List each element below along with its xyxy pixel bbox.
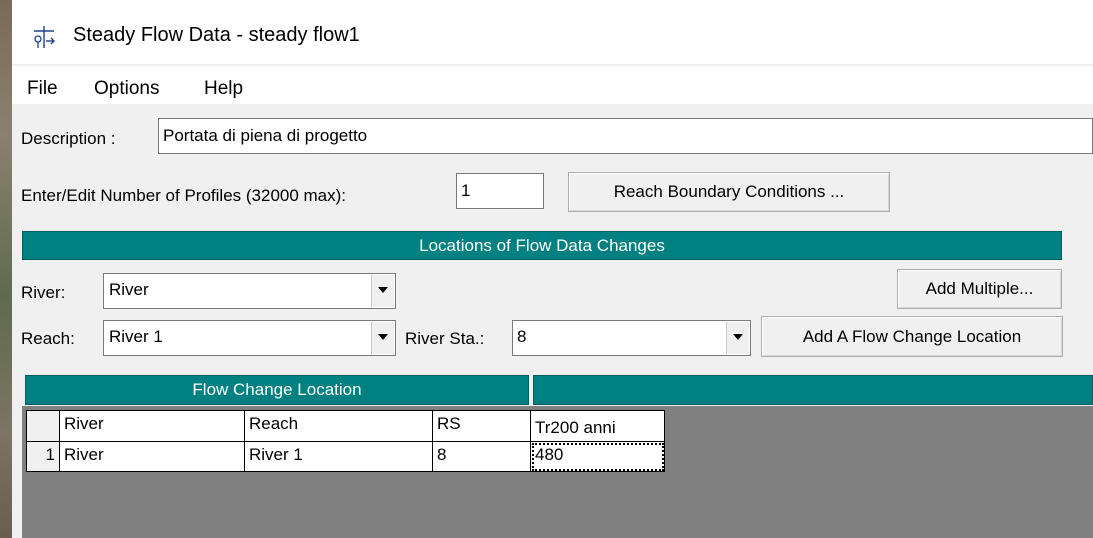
locations-banner: Locations of Flow Data Changes: [22, 231, 1062, 260]
description-input[interactable]: Portata di piena di progetto: [158, 118, 1093, 154]
reach-select-value: River 1: [109, 327, 163, 346]
table-cell-reach[interactable]: River 1: [245, 442, 433, 472]
river-select-value: River: [109, 280, 149, 299]
reach-label: Reach:: [21, 329, 75, 348]
river-station-label: River Sta.:: [405, 329, 485, 348]
table-cell-river[interactable]: River: [60, 442, 245, 472]
reach-boundary-conditions-button[interactable]: Reach Boundary Conditions ...: [568, 172, 890, 212]
add-multiple-button[interactable]: Add Multiple...: [897, 269, 1062, 309]
flow-data-icon: [30, 24, 58, 50]
add-flow-change-location-button[interactable]: Add A Flow Change Location: [761, 316, 1063, 357]
column-header-reach: Reach: [245, 410, 433, 442]
river-label: River:: [21, 283, 66, 302]
profiles-label: Enter/Edit Number of Profiles (32000 max…: [21, 186, 347, 205]
row-number: 1: [26, 442, 60, 472]
background-strip: [0, 0, 12, 538]
column-header-river: River: [60, 410, 245, 442]
river-station-dropdown-button[interactable]: [726, 322, 749, 354]
table-cell-flow-value[interactable]: 480: [531, 442, 665, 472]
menu-options[interactable]: Options: [94, 78, 159, 100]
profiles-count-input[interactable]: 1: [456, 173, 544, 209]
menu-bar: [12, 66, 1093, 104]
river-dropdown-button[interactable]: [371, 275, 394, 307]
column-header-rs: RS: [433, 410, 531, 442]
description-label: Description :: [21, 129, 116, 148]
river-station-select-value: 8: [517, 327, 527, 346]
flow-values-header: [533, 375, 1093, 405]
column-header-profile: Tr200 anni: [531, 410, 665, 442]
table-cell-rs[interactable]: 8: [433, 442, 531, 472]
reach-dropdown-button[interactable]: [371, 322, 394, 354]
chevron-down-icon: [378, 334, 388, 340]
chevron-down-icon: [378, 287, 388, 293]
reach-select[interactable]: River 1: [103, 320, 396, 356]
menu-file[interactable]: File: [27, 78, 58, 100]
grid-corner-cell: [26, 410, 60, 442]
chevron-down-icon: [733, 334, 743, 340]
river-select[interactable]: River: [103, 273, 396, 309]
river-station-select[interactable]: 8: [512, 320, 751, 356]
flow-change-location-header: Flow Change Location: [25, 375, 529, 405]
window-title: Steady Flow Data - steady flow1: [73, 24, 360, 46]
menu-help[interactable]: Help: [204, 78, 243, 100]
